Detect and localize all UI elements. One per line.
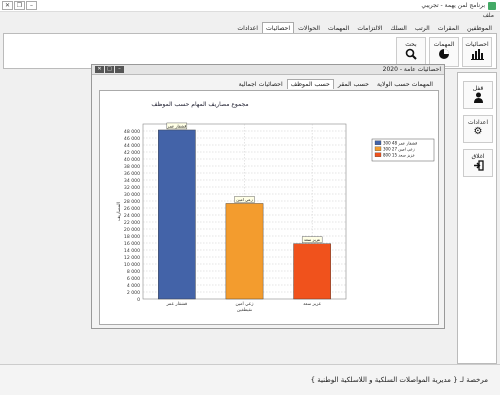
y-tick-label: 44 000 (124, 143, 140, 149)
tab-headquarters[interactable]: المقرات (434, 22, 463, 33)
bar-chart: 02 0004 0006 0008 00010 00012 00014 0001… (117, 122, 435, 313)
tab-settings[interactable]: اعدادات (233, 22, 262, 33)
title-bar: برنامج لمن يهمة - تجريبي ✕ ❐ – (0, 0, 500, 12)
statistics-window-title: احصائيات عامة - 2020 (382, 66, 441, 73)
y-tick-label: 32 000 (124, 185, 140, 191)
logout-button[interactable]: اغلاق (463, 149, 493, 177)
tab-corps[interactable]: السلك (386, 22, 410, 33)
y-tick-label: 46 000 (124, 136, 140, 142)
menu-bar: ملف (0, 12, 500, 22)
statistics-tabs: المهمات حسب الولاية حسب المقر حسب الموظف… (235, 79, 437, 89)
legend-swatch (374, 146, 382, 151)
legend-swatch (374, 140, 382, 145)
data-label: قشقار عمر (166, 123, 186, 128)
tab-employees[interactable]: الموظفين (463, 22, 496, 33)
y-tick-label: 12 000 (124, 255, 140, 261)
tab-ranks[interactable]: الرتب (411, 22, 434, 33)
lock-button[interactable]: قفل (463, 81, 493, 109)
window-controls: ✕ ❐ – (2, 1, 37, 10)
y-tick-label: 20 000 (124, 227, 140, 233)
window-title: برنامج لمن يهمة - تجريبي (421, 2, 485, 9)
user-icon (473, 92, 484, 107)
tab-by-headquarters[interactable]: حسب المقر (334, 79, 373, 89)
main-tabs: الموظفين المقرات الرتب السلك الالتزامات … (233, 22, 500, 33)
y-tick-label: 40 000 (124, 157, 140, 163)
y-tick-label: 2 000 (127, 290, 140, 296)
tab-statistics[interactable]: احصائيات (262, 22, 295, 33)
restore-icon[interactable]: ❐ (14, 1, 25, 10)
bar (158, 129, 196, 300)
statistics-button[interactable]: احصائيات (462, 37, 492, 67)
y-tick-label: 10 000 (124, 262, 140, 268)
status-bar: مرخصة لـ { مديرية المواصلات السلكية و ال… (0, 364, 500, 395)
y-tick-label: 18 000 (124, 234, 140, 240)
x-tick-label: زعي امين (235, 302, 253, 307)
legend-swatch (374, 152, 382, 157)
statistics-window-titlebar: احصائيات عامة - 2020 ✕ □ – (92, 65, 444, 75)
statistics-window: احصائيات عامة - 2020 ✕ □ – المهمات حسب ا… (91, 64, 445, 329)
inner-minimize-icon[interactable]: – (115, 66, 124, 73)
sign-in-icon (473, 160, 484, 175)
y-tick-label: 16 000 (124, 241, 140, 247)
y-tick-label: 26 000 (124, 206, 140, 212)
x-tick-label: قشقار عمر (165, 302, 187, 307)
app-icon (488, 1, 496, 10)
tab-missions-by-state[interactable]: المهمات حسب الولاية (373, 79, 437, 89)
bar (293, 243, 331, 300)
settings-button[interactable]: اعدادات ⚙ (463, 115, 493, 143)
bar-chart-icon (470, 48, 484, 63)
y-tick-label: 48 000 (124, 129, 140, 135)
lock-label: قفل (472, 85, 484, 92)
pie-chart-icon (438, 48, 450, 63)
tab-total-statistics[interactable]: احصائيات اجمالية (235, 79, 287, 89)
missions-button[interactable]: المهمات (429, 37, 459, 67)
inner-close-icon[interactable]: ✕ (95, 66, 104, 73)
y-tick-label: 30 000 (124, 192, 140, 198)
search-button[interactable]: بحث (396, 37, 426, 67)
y-tick-label: 8 000 (127, 269, 140, 275)
logout-label: اغلاق (471, 153, 485, 160)
minimize-icon[interactable]: – (26, 1, 37, 10)
close-icon[interactable]: ✕ (2, 1, 13, 10)
data-label: عزيز سعد (304, 237, 321, 242)
y-tick-label: 42 000 (124, 150, 140, 156)
menu-file[interactable]: ملف (483, 12, 494, 19)
y-tick-label: 0 (137, 297, 140, 303)
y-tick-label: 34 000 (124, 178, 140, 184)
search-icon (405, 48, 417, 63)
y-tick-label: 14 000 (124, 248, 140, 254)
y-tick-label: 4 000 (127, 283, 140, 289)
statistics-label: احصائيات (465, 41, 489, 48)
data-label: زعي امين (236, 197, 252, 202)
y-tick-label: 24 000 (124, 213, 140, 219)
x-tick-label: عزيز سعد (303, 302, 322, 307)
x-sub-label: نقيطغين (237, 308, 252, 313)
y-tick-label: 6 000 (127, 276, 140, 282)
missions-label: المهمات (433, 41, 455, 48)
settings-label: اعدادات (467, 119, 489, 126)
tab-commitments[interactable]: الالتزامات (353, 22, 386, 33)
license-text: مرخصة لـ { مديرية المواصلات السلكية و ال… (310, 376, 488, 384)
legend-label: زعي امين 27 300 (383, 146, 415, 151)
tab-transfers[interactable]: الحوالات (294, 22, 324, 33)
y-tick-label: 38 000 (124, 164, 140, 170)
chart-panel: مجموع مصاريف المهام حسب الموظف 02 000 4 0… (99, 90, 439, 325)
legend-label: عزيز سعد 15 800 (383, 152, 415, 157)
search-label: بحث (405, 41, 417, 48)
y-tick-label: 28 000 (124, 199, 140, 205)
y-axis-label: المصاريف (117, 202, 122, 221)
side-panel: قفل اعدادات ⚙ اغلاق (457, 72, 497, 364)
tab-missions[interactable]: المهمات (324, 22, 353, 33)
tab-by-employee[interactable]: حسب الموظف (286, 79, 334, 89)
bar (225, 203, 264, 300)
legend-label: قشقار عمر 48 300 (383, 140, 417, 145)
inner-window-controls: ✕ □ – (95, 66, 124, 73)
inner-maximize-icon[interactable]: □ (105, 66, 114, 73)
y-tick-label: 22 000 (124, 220, 140, 226)
y-tick-label: 36 000 (124, 171, 140, 177)
gears-icon: ⚙ (473, 126, 483, 137)
